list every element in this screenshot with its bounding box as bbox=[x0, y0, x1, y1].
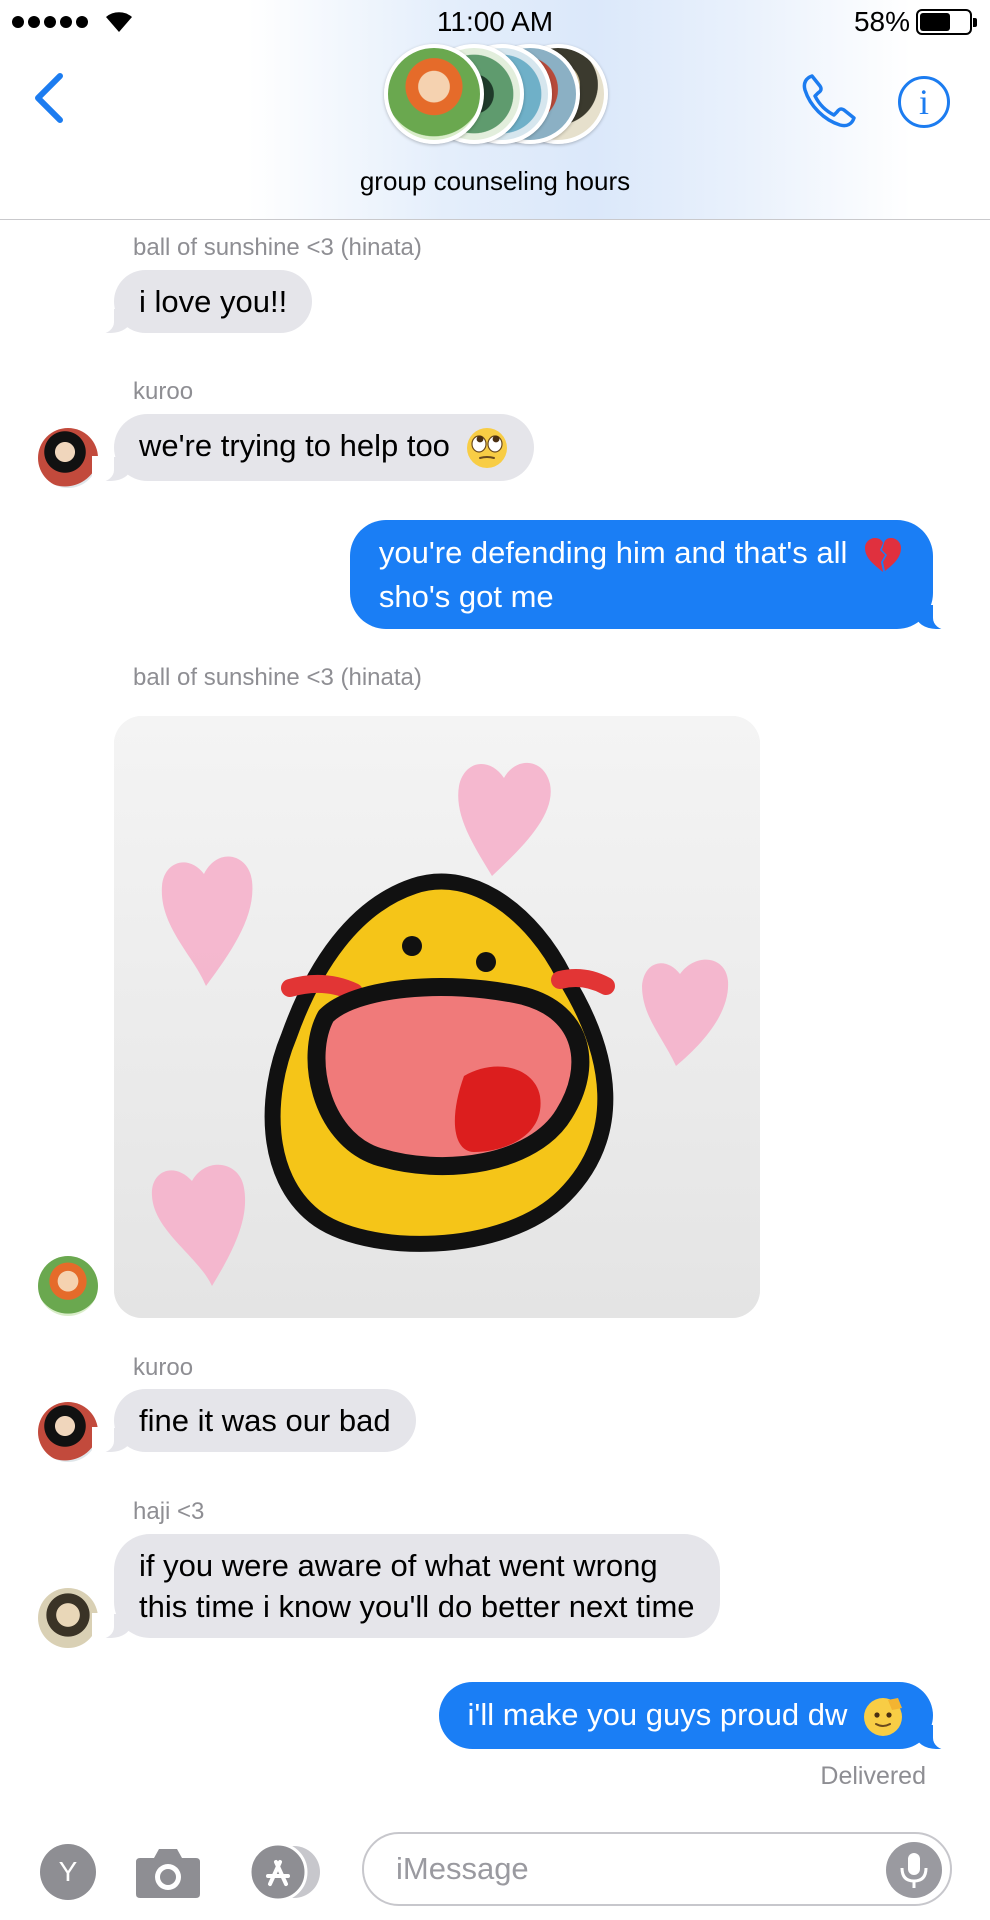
sender-name: haji <3 bbox=[133, 1498, 205, 1525]
sender-name: kuroo bbox=[133, 1354, 194, 1381]
microphone-icon[interactable] bbox=[886, 1842, 942, 1898]
outgoing-message[interactable]: i'll make you guys proud dw bbox=[438, 1682, 956, 1750]
sender-name: ball of sunshine <3 (hinata) bbox=[133, 664, 422, 691]
avatar-hinata[interactable] bbox=[38, 1256, 98, 1316]
happy-blob-hearts-image bbox=[114, 716, 760, 1318]
incoming-message[interactable]: i love you!! bbox=[91, 270, 313, 334]
message-text: fine it was our bad bbox=[139, 1403, 391, 1438]
sender-name: kuroo bbox=[133, 378, 194, 405]
phone-call-icon[interactable] bbox=[798, 70, 860, 132]
rolling-eyes-emoji-icon bbox=[466, 427, 507, 468]
message-text: i love you!! bbox=[139, 284, 288, 319]
info-icon[interactable]: i bbox=[898, 76, 950, 128]
app-store-icon[interactable] bbox=[246, 1842, 324, 1902]
avatar-haji[interactable] bbox=[38, 1588, 98, 1648]
incoming-message[interactable]: if you were aware of what went wrong thi… bbox=[92, 1534, 720, 1639]
saluting-face-emoji-icon bbox=[864, 1697, 902, 1736]
delivered-status: Delivered bbox=[820, 1762, 926, 1790]
imessage-input[interactable] bbox=[362, 1832, 952, 1906]
group-title[interactable]: group counseling hours bbox=[0, 166, 990, 197]
battery-percent: 58% bbox=[853, 6, 910, 37]
status-bar: 11:00 AM 58% bbox=[0, 0, 990, 44]
message-text: this time i know you'll do better next t… bbox=[139, 1589, 695, 1624]
y-app-button[interactable]: Y bbox=[40, 1844, 96, 1900]
compose-bar: Y bbox=[0, 1816, 990, 1920]
conversation-header: 11:00 AM 58% i group counseling hours bbox=[0, 0, 990, 220]
message-text: i'll make you guys proud dw bbox=[467, 1697, 848, 1732]
avatar-kuroo[interactable] bbox=[38, 1402, 98, 1462]
broken-heart-emoji-icon bbox=[865, 537, 901, 572]
message-text: you're defending him and that's all bbox=[378, 535, 848, 570]
back-chevron-icon[interactable] bbox=[30, 68, 70, 128]
incoming-message[interactable]: fine it was our bad bbox=[92, 1389, 416, 1453]
status-time: 11:00 AM bbox=[436, 6, 554, 37]
avatar-kuroo[interactable] bbox=[38, 428, 98, 488]
outgoing-message[interactable]: you're defending him and that's all sho'… bbox=[349, 520, 956, 630]
message-text: if you were aware of what went wrong bbox=[139, 1548, 658, 1583]
group-member-avatar-hinata bbox=[384, 44, 484, 144]
battery-icon bbox=[916, 9, 977, 35]
message-text: sho's got me bbox=[378, 578, 554, 614]
incoming-message[interactable]: we're trying to help too bbox=[92, 414, 534, 482]
message-text: we're trying to help too bbox=[139, 428, 450, 463]
sender-name: ball of sunshine <3 (hinata) bbox=[133, 234, 422, 261]
image-attachment[interactable] bbox=[114, 716, 760, 1318]
group-avatar-stack[interactable] bbox=[384, 44, 608, 144]
camera-icon[interactable] bbox=[134, 1844, 202, 1900]
